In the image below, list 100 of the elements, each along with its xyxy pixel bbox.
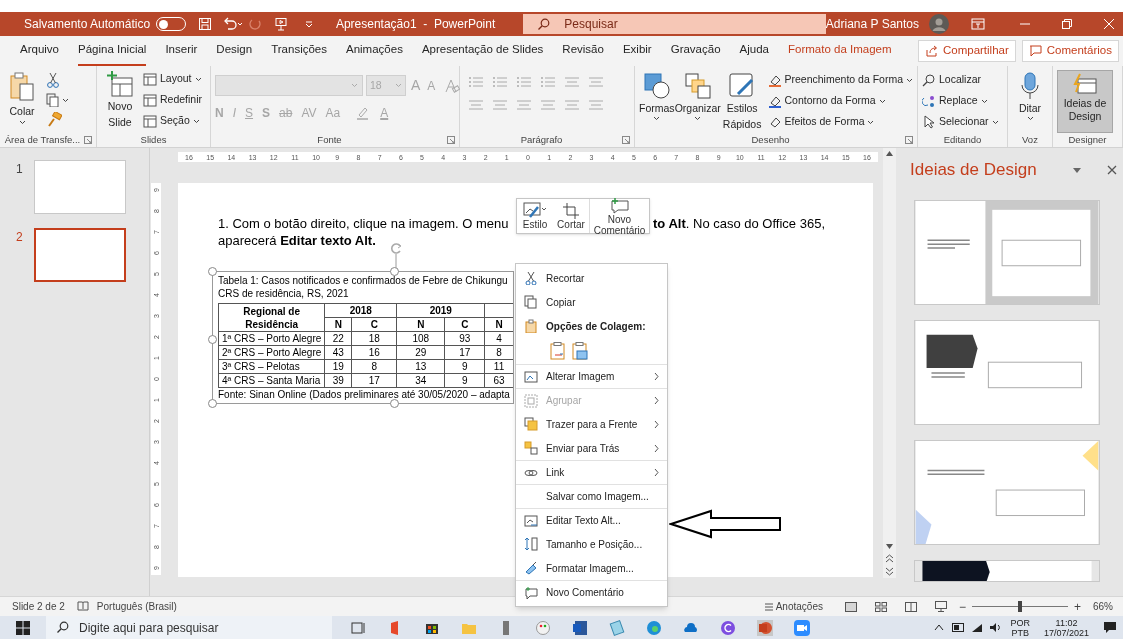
dictate-button[interactable]: Ditar	[1012, 70, 1048, 133]
slider-thumb[interactable]	[1017, 601, 1022, 612]
menu-item[interactable]: Enviar para Trás	[516, 436, 667, 460]
chevron-up-icon[interactable]	[934, 624, 945, 631]
shape-effects-button[interactable]: Efeitos de Forma	[767, 113, 913, 131]
menu-item[interactable]: Alterar Imagem	[516, 364, 667, 388]
restore-icon[interactable]	[1061, 18, 1073, 30]
dialog-launcher-icon[interactable]	[447, 136, 455, 144]
menu-item[interactable]: Editar Texto Alt...	[516, 508, 667, 532]
ribbon-tab[interactable]: Gravação	[670, 36, 721, 66]
slide-thumbnail[interactable]	[34, 228, 126, 282]
resize-handle[interactable]	[208, 399, 217, 408]
menu-item[interactable]: Formatar Imagem...	[516, 556, 667, 580]
toolbar-button[interactable]: Cortar	[553, 199, 589, 233]
paint-palette-icon[interactable]	[535, 619, 551, 636]
input-language-indicator[interactable]: POR PTB	[1010, 617, 1030, 638]
resize-handle[interactable]	[390, 399, 399, 408]
paste-text-icon[interactable]	[550, 342, 566, 360]
ribbon-tab[interactable]: Arquivo	[20, 36, 59, 66]
battery-icon[interactable]	[952, 623, 966, 632]
select-button[interactable]: Selecionar	[922, 113, 999, 131]
new-slide-button[interactable]: Novo Slide	[101, 70, 139, 133]
zoom-level[interactable]: 66%	[1093, 599, 1113, 614]
taskbar-search-field[interactable]: Digite aqui para pesquisar	[46, 616, 332, 639]
ribbon-tab[interactable]: Exibir	[622, 36, 652, 66]
shape-fill-button[interactable]: Preenchimento da Forma	[767, 71, 913, 89]
toolbar-button[interactable]: Estilo	[517, 199, 553, 233]
paste-button[interactable]: Colar	[4, 70, 40, 133]
letter-c-app-icon[interactable]	[720, 619, 736, 636]
section-button[interactable]: Seção	[143, 112, 203, 130]
cut-icon[interactable]	[46, 72, 60, 88]
ribbon-tab[interactable]: Revisão	[562, 36, 604, 66]
slideshow-icon[interactable]	[934, 601, 947, 612]
ribbon-tab[interactable]: Inserir	[165, 36, 198, 66]
shapes-button[interactable]: Formas	[639, 70, 675, 133]
normal-view-icon[interactable]	[844, 601, 857, 612]
windows-logo-icon[interactable]	[16, 620, 30, 635]
scrollbar[interactable]	[883, 148, 896, 578]
menu-item[interactable]: Salvar como Imagem...	[516, 484, 667, 508]
word-icon[interactable]	[572, 619, 588, 636]
menu-item[interactable]: Link	[516, 460, 667, 484]
network-icon[interactable]	[971, 622, 984, 633]
customize-icon[interactable]	[303, 19, 314, 29]
replace-button[interactable]: Replace	[922, 92, 999, 110]
video-camera-icon[interactable]	[794, 619, 810, 636]
design-thumbnail[interactable]	[914, 560, 1100, 582]
resize-handle[interactable]	[208, 267, 217, 276]
dialog-launcher-icon[interactable]	[622, 136, 630, 144]
dropdown-icon[interactable]	[1073, 167, 1081, 173]
speaker-icon[interactable]	[989, 622, 1003, 633]
avatar-icon[interactable]	[929, 14, 949, 34]
design-thumbnail[interactable]	[914, 320, 1100, 425]
zoom-slider[interactable]	[971, 601, 1068, 612]
resize-handle[interactable]	[208, 335, 217, 344]
menu-item[interactable]: Novo Comentário	[516, 580, 667, 604]
scroll-up-icon[interactable]	[885, 150, 894, 157]
language-indicator[interactable]: Português (Brasil)	[96, 599, 177, 614]
slide-sorter-icon[interactable]	[874, 601, 887, 612]
ribbon-tab[interactable]: Transições	[271, 36, 327, 66]
design-thumbnail[interactable]	[914, 440, 1100, 545]
ribbon-tab[interactable]: Animações	[346, 36, 403, 66]
next-slide-icon[interactable]	[885, 567, 894, 576]
zoom-in-button[interactable]: +	[1073, 597, 1081, 616]
task-view-icon[interactable]	[350, 619, 366, 636]
ribbon-tab[interactable]: Design	[216, 36, 253, 66]
presentation-icon[interactable]	[273, 17, 288, 31]
slide-thumbnail[interactable]	[34, 160, 126, 214]
dialog-launcher-icon[interactable]	[905, 136, 913, 144]
menu-item[interactable]: Trazer para a Frente	[516, 412, 667, 436]
format-painter-icon[interactable]	[46, 112, 62, 128]
previous-slide-icon[interactable]	[885, 554, 894, 563]
clear-formatting-icon[interactable]	[444, 77, 461, 94]
zoom-out-button[interactable]: −	[958, 597, 966, 616]
redo-icon[interactable]	[247, 17, 262, 31]
reading-view-icon[interactable]	[904, 601, 917, 612]
resize-handle[interactable]	[390, 267, 399, 276]
design-thumbnail[interactable]	[914, 200, 1100, 305]
ribbon-display-icon[interactable]	[971, 18, 985, 30]
search-field[interactable]: Pesquisar	[523, 14, 826, 34]
save-icon[interactable]	[197, 17, 212, 31]
ribbon-tab[interactable]: Apresentação de Slides	[421, 36, 544, 66]
share-button[interactable]: Compartilhar	[917, 40, 1016, 62]
reset-button[interactable]: Redefinir	[143, 91, 203, 109]
edge-icon[interactable]	[646, 619, 662, 636]
layout-button[interactable]: Layout	[143, 70, 203, 88]
toolbar-button[interactable]: Novo Comentário	[589, 199, 649, 233]
arrange-button[interactable]: Organizar	[674, 70, 721, 133]
dialog-launcher-icon[interactable]	[84, 136, 92, 144]
quick-styles-button[interactable]: Estilos Rápidos	[720, 70, 764, 133]
menu-item[interactable]: Copiar	[516, 290, 667, 314]
powerpoint-icon[interactable]	[757, 619, 773, 636]
menu-item[interactable]: Recortar	[516, 266, 667, 290]
notes-button[interactable]: Anotações	[763, 599, 823, 614]
ribbon-tab[interactable]: Formato da Imagem	[787, 36, 892, 66]
taskbar-clock[interactable]: 11:02 17/07/2021	[1043, 617, 1089, 638]
shape-outline-button[interactable]: Contorno da Forma	[767, 92, 913, 110]
spelling-icon[interactable]	[76, 601, 89, 612]
scroll-down-icon[interactable]	[885, 543, 894, 550]
find-button[interactable]: Localizar	[922, 71, 999, 89]
notification-icon[interactable]	[1103, 621, 1117, 634]
